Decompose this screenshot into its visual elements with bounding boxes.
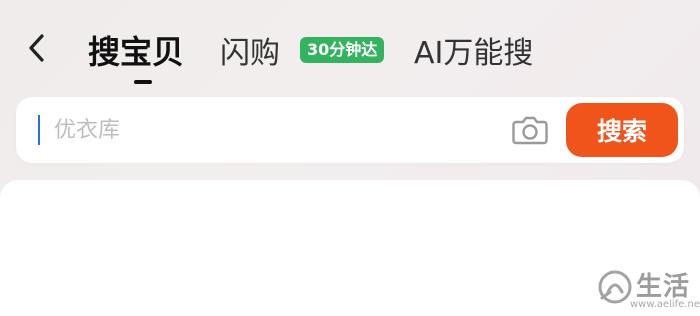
back-button[interactable] bbox=[22, 30, 52, 66]
text-cursor bbox=[38, 115, 40, 145]
camera-search-button[interactable] bbox=[510, 111, 550, 149]
tab-label: 闪购 bbox=[220, 36, 280, 71]
delivery-time-badge: 30分钟达 bbox=[300, 37, 385, 63]
search-button[interactable]: 搜索 bbox=[566, 103, 678, 157]
camera-icon bbox=[512, 116, 548, 145]
tab-flash-buy[interactable]: 闪购 bbox=[220, 28, 280, 72]
tab-ai-search[interactable]: AI万能搜 bbox=[414, 28, 533, 72]
top-nav: 搜宝贝 闪购 30分钟达 AI万能搜 bbox=[0, 0, 700, 92]
content-panel bbox=[0, 180, 700, 316]
active-tab-indicator bbox=[134, 80, 152, 84]
tab-label: AI万能搜 bbox=[414, 36, 534, 71]
search-bar: 搜索 bbox=[16, 97, 684, 163]
tab-label: 搜宝贝 bbox=[88, 33, 185, 71]
search-input[interactable] bbox=[54, 107, 354, 153]
tab-search-items[interactable]: 搜宝贝 bbox=[88, 28, 184, 72]
chevron-left-icon bbox=[29, 34, 44, 62]
